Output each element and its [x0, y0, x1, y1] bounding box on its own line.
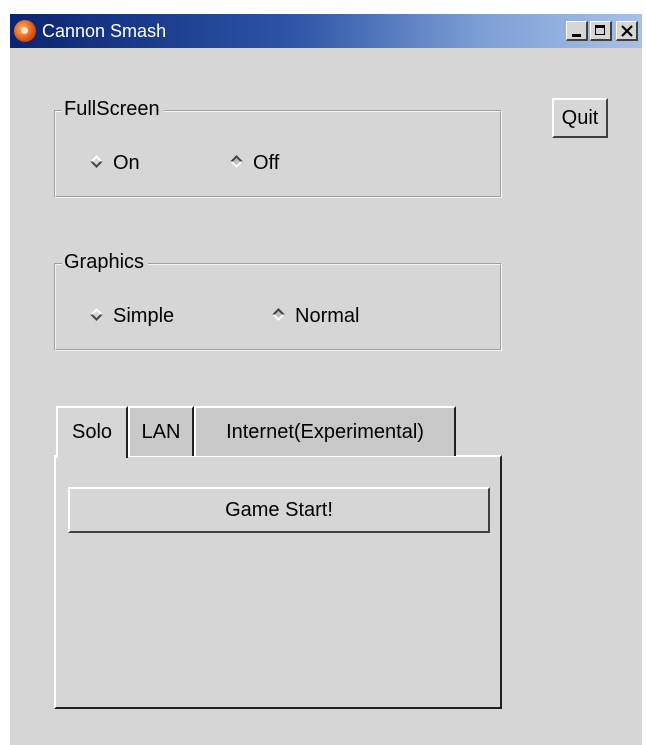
fullscreen-off-radio[interactable]: Off [230, 152, 280, 174]
fullscreen-on-radio[interactable]: On [90, 152, 140, 174]
graphics-group-label: Graphics [62, 251, 149, 273]
close-icon[interactable] [616, 21, 638, 41]
cannon-smash-app-icon[interactable] [14, 20, 36, 42]
fullscreen-off-label: Off [253, 152, 280, 174]
fullscreen-group-label: FullScreen [62, 98, 164, 120]
radio-unselected-icon [90, 155, 103, 168]
title-bar[interactable]: Cannon Smash [10, 14, 642, 48]
minimize-icon[interactable] [566, 21, 588, 41]
graphics-normal-label: Normal [295, 305, 360, 327]
tab-solo[interactable]: Solo [56, 406, 128, 458]
tab-internet[interactable]: Internet(Experimental) [194, 406, 456, 456]
graphics-simple-radio[interactable]: Simple [90, 305, 175, 327]
radio-unselected-icon [90, 308, 103, 321]
quit-button[interactable]: Quit [552, 98, 608, 138]
fullscreen-group: FullScreen On Off [54, 98, 502, 198]
graphics-group: Graphics Simple Normal [54, 251, 502, 351]
fullscreen-on-label: On [113, 152, 140, 174]
graphics-normal-radio[interactable]: Normal [272, 305, 360, 327]
radio-selected-icon [272, 308, 285, 321]
tab-lan[interactable]: LAN [128, 406, 194, 456]
game-start-button[interactable]: Game Start! [68, 487, 490, 533]
window-title: Cannon Smash [42, 21, 167, 41]
tab-panel-solo: Game Start! [54, 455, 502, 709]
maximize-icon[interactable] [590, 21, 612, 41]
graphics-simple-label: Simple [113, 305, 175, 327]
radio-selected-icon [230, 155, 243, 168]
